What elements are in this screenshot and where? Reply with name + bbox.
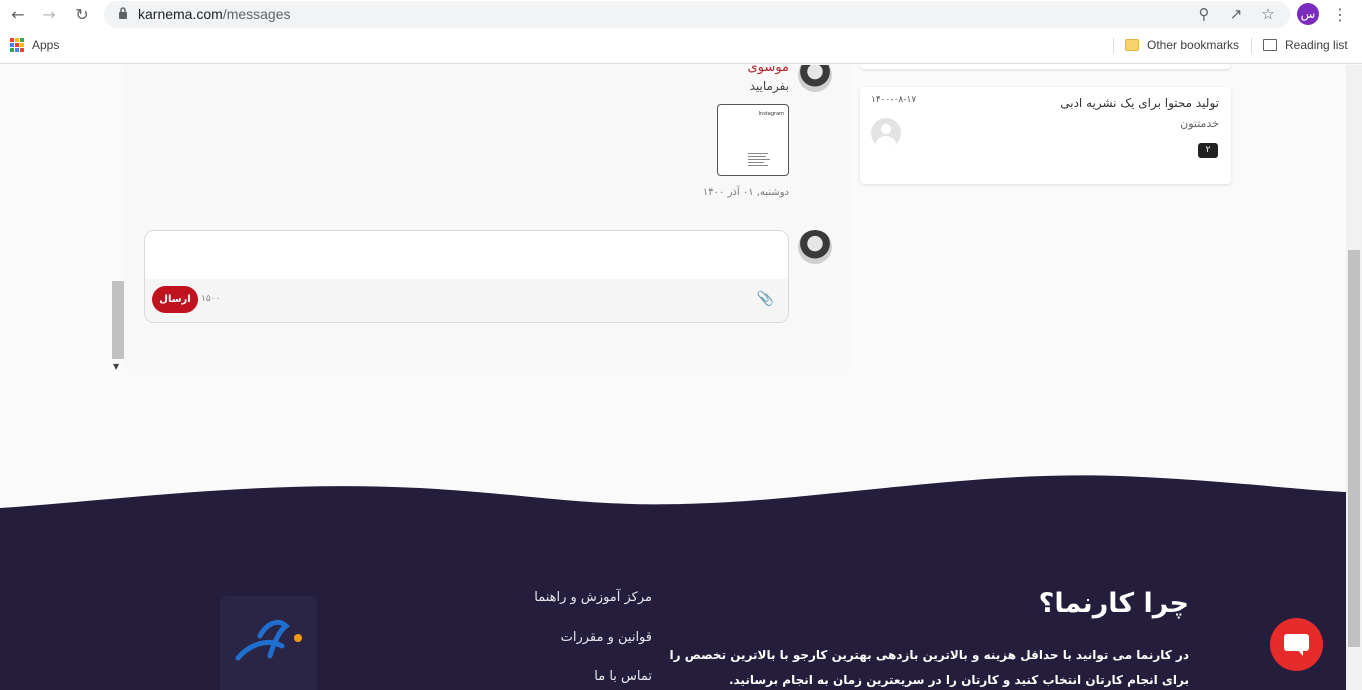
reading-list[interactable]: Reading list [1263, 38, 1348, 52]
scroll-down-arrow-icon[interactable]: ▼ [113, 362, 119, 371]
trust-badge-logo[interactable] [220, 596, 317, 690]
url-text: karnema.com/messages [138, 6, 291, 22]
page-viewport: ▼ موسوی بفرمایید Instagram دوشنبه, ۰۱ آذ… [0, 65, 1346, 690]
message-date: دوشنبه, ۰۱ آذر ۱۴۰۰ [702, 187, 789, 198]
composer-toolbar: ارسال ۱۵۰۰ 📎 [145, 279, 788, 322]
chat-widget-button[interactable] [1270, 618, 1323, 671]
conversation-title: تولید محتوا برای یک نشریه ادبی [1060, 96, 1219, 110]
zoom-icon[interactable]: ⚲ [1194, 4, 1214, 24]
logo-icon [235, 619, 302, 661]
default-avatar-icon [871, 118, 901, 148]
apps-button[interactable]: Apps [10, 38, 59, 52]
footer-link-help[interactable]: مرکز آموزش و راهنما [534, 590, 652, 605]
browser-toolbar: ← → ↻ karnema.com/messages ⚲ ↗ ☆ س ⋮ [0, 0, 1362, 30]
chat-scrollbar-thumb[interactable] [112, 281, 124, 359]
unread-badge: ۲ [1198, 143, 1218, 158]
address-bar[interactable]: karnema.com/messages ⚲ ↗ ☆ [104, 1, 1290, 28]
other-bookmarks[interactable]: Other bookmarks [1125, 38, 1239, 52]
folder-icon [1125, 39, 1139, 51]
other-bookmarks-label: Other bookmarks [1147, 38, 1240, 52]
message-input[interactable] [145, 231, 788, 279]
footer-why-text: در کارنما می توانید با حداقل هزینه و بال… [669, 648, 1189, 687]
apps-label: Apps [32, 38, 60, 52]
footer-link-rules[interactable]: قوانین و مقررات [561, 630, 652, 645]
user-avatar [798, 230, 832, 264]
reading-list-icon [1263, 39, 1277, 51]
reload-icon[interactable]: ↻ [71, 4, 93, 26]
conversation-card[interactable]: تولید محتوا برای یک نشریه ادبی خدمتتون ۱… [860, 87, 1231, 184]
message-composer: ارسال ۱۵۰۰ 📎 [144, 230, 789, 323]
apps-grid-icon [10, 38, 24, 52]
message-attachment-image[interactable]: Instagram [717, 104, 789, 176]
footer-why-title: چرا کارنما؟ [1038, 588, 1189, 619]
footer-link-contact[interactable]: تماس با ما [594, 669, 652, 684]
char-counter: ۱۵۰۰ [201, 294, 221, 304]
back-icon[interactable]: ← [7, 4, 29, 26]
conversation-card-previous[interactable] [860, 65, 1231, 69]
send-button[interactable]: ارسال [152, 286, 198, 313]
page-scrollbar[interactable] [1346, 65, 1362, 690]
star-icon[interactable]: ☆ [1258, 4, 1278, 24]
forward-icon[interactable]: → [38, 4, 60, 26]
lock-icon [119, 7, 127, 19]
attachment-label: Instagram [758, 111, 784, 117]
menu-icon[interactable]: ⋮ [1332, 4, 1348, 26]
page-scrollbar-thumb[interactable] [1348, 250, 1360, 647]
paperclip-icon[interactable]: 📎 [757, 291, 774, 307]
profile-avatar[interactable]: س [1297, 3, 1319, 25]
message-sender: موسوی [747, 65, 789, 75]
reading-list-label: Reading list [1285, 38, 1348, 52]
message-text: بفرمایید [749, 79, 789, 93]
conversation-date: ۱۴۰۰-۰۸-۱۷ [871, 95, 917, 105]
share-icon[interactable]: ↗ [1226, 4, 1246, 24]
bookmark-divider [1251, 38, 1252, 54]
bookmarks-bar: Apps Other bookmarks Reading list [0, 30, 1362, 64]
bookmark-divider [1113, 38, 1114, 54]
conversation-last-message: خدمتتون [1180, 117, 1219, 130]
